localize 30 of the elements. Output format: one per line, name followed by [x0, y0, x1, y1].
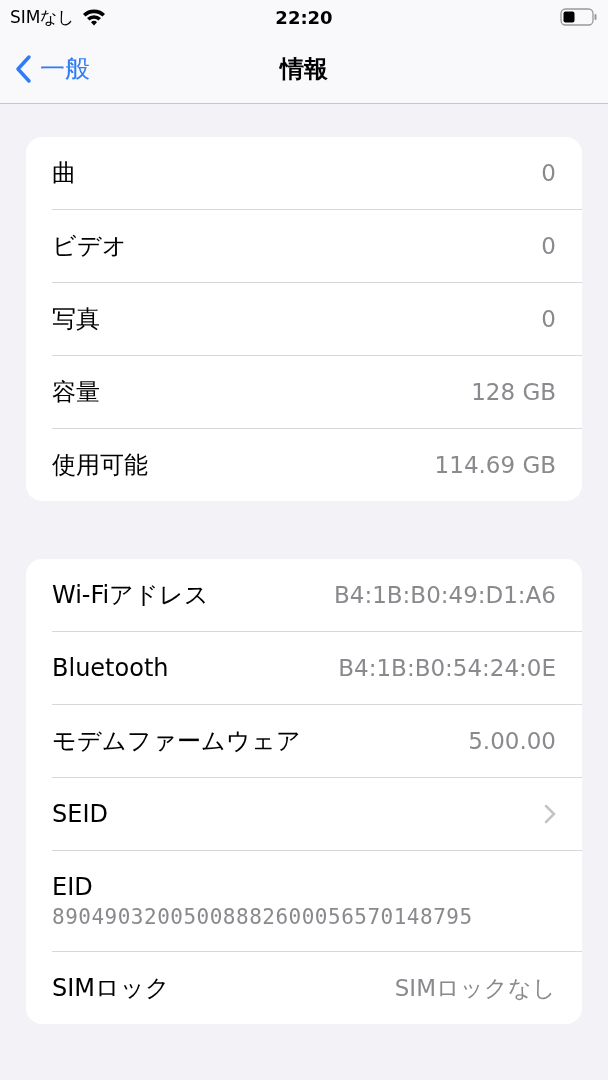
- row-value: B4:1B:B0:49:D1:A6: [334, 582, 556, 608]
- row-label: Bluetooth: [52, 654, 169, 682]
- back-button[interactable]: 一般: [14, 52, 90, 85]
- row-value: 5.00.00: [468, 728, 556, 754]
- row-label: 曲: [52, 158, 76, 189]
- wifi-icon: [82, 8, 107, 26]
- row-value: 128 GB: [471, 379, 556, 405]
- row-label: SIMロック: [52, 973, 171, 1004]
- row-value: SIMロックなし: [394, 973, 556, 1003]
- list-row[interactable]: SEID: [52, 777, 582, 850]
- row-label: モデムファームウェア: [52, 726, 301, 757]
- row-value: 0: [541, 233, 556, 259]
- row-label: SEID: [52, 800, 108, 828]
- row-value: B4:1B:B0:54:24:0E: [338, 655, 556, 681]
- row-label: Wi-Fiアドレス: [52, 580, 210, 611]
- row-label: 使用可能: [52, 450, 148, 481]
- chevron-icon: [544, 804, 556, 824]
- row-value: 89049032005008882600056570148795: [52, 905, 474, 929]
- back-chevron-icon: [14, 53, 32, 84]
- carrier-label: SIMなし: [10, 5, 75, 29]
- page-title: 情報: [280, 53, 328, 85]
- row-label: ビデオ: [52, 231, 127, 262]
- row-value: 114.69 GB: [434, 452, 556, 478]
- row-value: 0: [541, 160, 556, 186]
- row-value: 0: [541, 306, 556, 332]
- row-label: 容量: [52, 377, 100, 408]
- status-time: 22:20: [275, 6, 333, 28]
- row-label: 写真: [52, 304, 100, 335]
- battery-icon: [560, 8, 598, 26]
- row-label: EID: [52, 873, 94, 901]
